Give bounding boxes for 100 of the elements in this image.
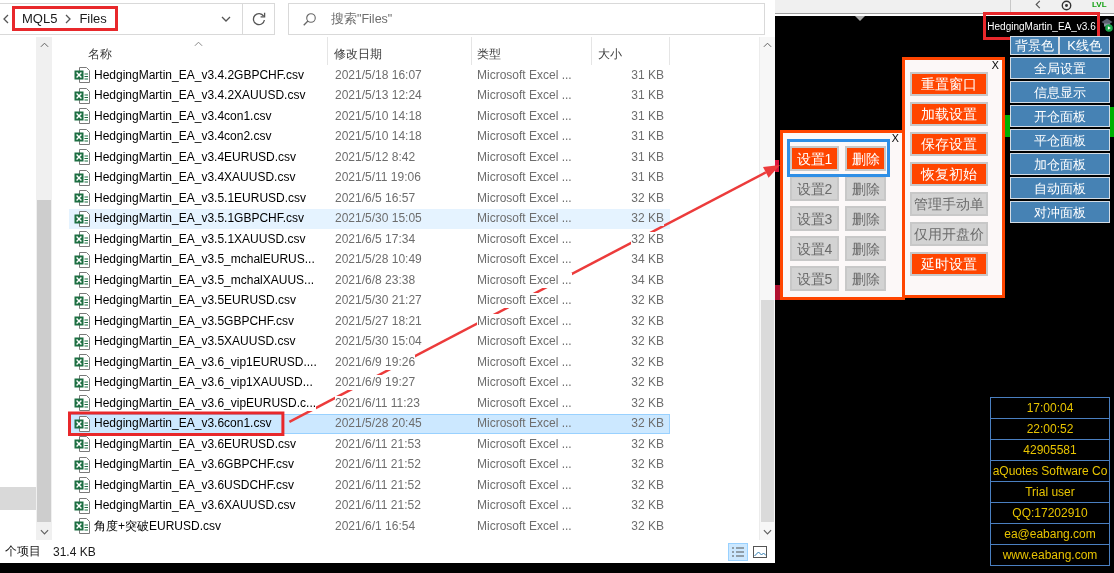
menu-button[interactable]: 保存设置 [910,132,988,156]
spreadsheet-file-icon [74,436,90,453]
info-label: 22:00:52 [990,418,1110,440]
refresh-icon [251,11,266,26]
file-name: HedgingMartin_EA_v3.5.1GBPCHF.csv [94,211,305,227]
file-name: HedgingMartin_EA_v3.6_vipEURUSD.c... [94,395,317,411]
panel-button[interactable]: 信息显示 [1010,81,1110,103]
chart-color-button[interactable]: 背景色 [1010,36,1059,55]
scrollbar[interactable] [36,37,52,540]
spreadsheet-file-icon [74,415,90,432]
panel-button[interactable]: 加仓面板 [1010,153,1110,175]
spreadsheet-file-icon [74,456,90,473]
file-name: HedgingMartin_EA_v3.5XAUUSD.csv [94,334,296,350]
file-name: 角度+突破EURUSD.csv [94,518,221,534]
address-bar[interactable]: MQL5 Files [0,2,243,35]
spreadsheet-file-icon [74,374,90,391]
file-name: HedgingMartin_EA_v3.5_mchalEURUS... [94,252,315,268]
column-header[interactable]: 修改日期 [328,37,472,65]
delete-button[interactable]: 删除 [845,146,886,171]
dropdown-icon[interactable] [221,15,231,22]
spreadsheet-file-icon [74,190,90,207]
column-header[interactable]: 名称 [69,37,328,65]
panel-button[interactable]: 平仓面板 [1010,129,1110,151]
spreadsheet-file-icon [74,497,90,514]
refresh-button[interactable] [243,2,275,35]
menu-button[interactable]: 加载设置 [910,102,988,126]
ring-icon[interactable] [1061,0,1072,11]
info-label: QQ:17202910 [990,502,1110,524]
scroll-left-icon[interactable] [3,13,9,24]
column-header[interactable]: 类型 [472,37,592,65]
info-label: aQuotes Software Co [990,460,1110,482]
spreadsheet-file-icon [74,477,90,494]
spreadsheet-file-icon [74,87,90,104]
file-name: HedgingMartin_EA_v3.5_mchalXAUUS... [94,272,315,288]
chart-color-button[interactable]: K线色 [1059,36,1110,55]
menu-button[interactable]: 恢复初始 [910,162,988,186]
spreadsheet-file-icon [74,67,90,84]
spreadsheet-file-icon [74,128,90,145]
scroll-up-icon[interactable] [39,42,49,48]
scroll-down-icon[interactable] [39,529,49,535]
thumbnails-view-icon[interactable] [752,544,768,559]
menu-button[interactable]: 延时设置 [910,252,988,276]
info-label: 17:00:04 [990,397,1110,419]
breadcrumb-link[interactable]: Files [79,11,107,26]
candle [775,285,780,300]
spreadsheet-file-icon [74,169,90,186]
info-label: Trial user [990,481,1110,503]
file-name: HedgingMartin_EA_v3.6GBPCHF.csv [94,457,295,473]
spreadsheet-file-icon [74,313,90,330]
spreadsheet-file-icon [74,108,90,125]
file-date: 2021/6/9 19:27 [335,375,416,391]
panel-button[interactable]: 自动面板 [1010,177,1110,199]
scrollbar-thumb[interactable] [37,200,51,522]
file-row[interactable]: HedgingMartin_EA_v3.6con1.csv 2021/5/28 20:45 Microsoft Excel ... 32 KB [69,413,670,434]
panel-button[interactable]: 开仓面板 [1010,105,1110,127]
file-name: HedgingMartin_EA_v3.4.2XAUUSD.csv [94,88,306,104]
scroll-up-icon[interactable] [763,42,772,48]
file-name: HedgingMartin_EA_v3.4con1.csv [94,108,272,124]
spreadsheet-file-icon [74,333,90,350]
scroll-down-icon[interactable] [763,529,772,535]
info-label: 42905581 [990,439,1110,461]
file-name: HedgingMartin_EA_v3.6USDCHF.csv [94,477,295,493]
search-field[interactable]: 搜索"Files" [288,2,765,35]
info-label: ea@eabang.com [990,523,1110,545]
file-row[interactable]: HedgingMartin_EA_v3.5.1GBPCHF.csv 2021/5/30 15:05 Microsoft Excel ... 32 KB [69,208,670,229]
file-size: 32 KB [631,211,664,227]
file-size: 32 KB [631,231,664,247]
file-name: HedgingMartin_EA_v3.6XAUUSD.csv [94,498,296,514]
file-name: HedgingMartin_EA_v3.6con1.csv [94,416,272,432]
spreadsheet-file-icon [74,149,90,166]
column-header[interactable]: 大小 [592,37,670,65]
file-name: HedgingMartin_EA_v3.4EURUSD.csv [94,149,297,165]
close-button[interactable]: X [891,133,899,145]
scrollbar-thumb[interactable] [761,300,774,522]
panel-button[interactable]: 全局设置 [1010,57,1110,79]
spreadsheet-file-icon [74,395,90,412]
file-type: Microsoft Excel ... [477,272,572,288]
search-icon [303,12,316,26]
spreadsheet-file-icon [74,272,90,289]
spreadsheet-file-icon [74,231,90,248]
chevron-left-icon[interactable] [1035,0,1041,9]
chevron-right-icon[interactable] [65,13,72,24]
file-name: HedgingMartin_EA_v3.6_vip1XAUUSD... [94,375,313,391]
file-date: 2021/6/9 19:26 [335,354,416,370]
file-name: HedgingMartin_EA_v3.4XAUUSD.csv [94,170,296,186]
total-size: 31.4 KB [53,544,96,559]
spreadsheet-file-icon [74,210,90,227]
candle [1110,107,1114,137]
file-name: HedgingMartin_EA_v3.6_vip1EURUSD.... [94,354,317,370]
file-name: HedgingMartin_EA_v3.5.1XAUUSD.csv [94,231,306,247]
item-count: 个项目 [5,543,41,560]
slot-button[interactable]: 设置1 [790,146,839,171]
panel-button[interactable]: 对冲面板 [1010,201,1110,223]
spreadsheet-file-icon [74,292,90,309]
close-button[interactable]: X [991,60,999,72]
file-name: HedgingMartin_EA_v3.4con2.csv [94,129,272,145]
breadcrumb-link[interactable]: MQL5 [22,11,58,26]
file-name: HedgingMartin_EA_v3.5.1EURUSD.csv [94,190,307,206]
menu-button[interactable]: 重置窗口 [910,72,988,96]
scrollbar[interactable] [759,37,775,540]
